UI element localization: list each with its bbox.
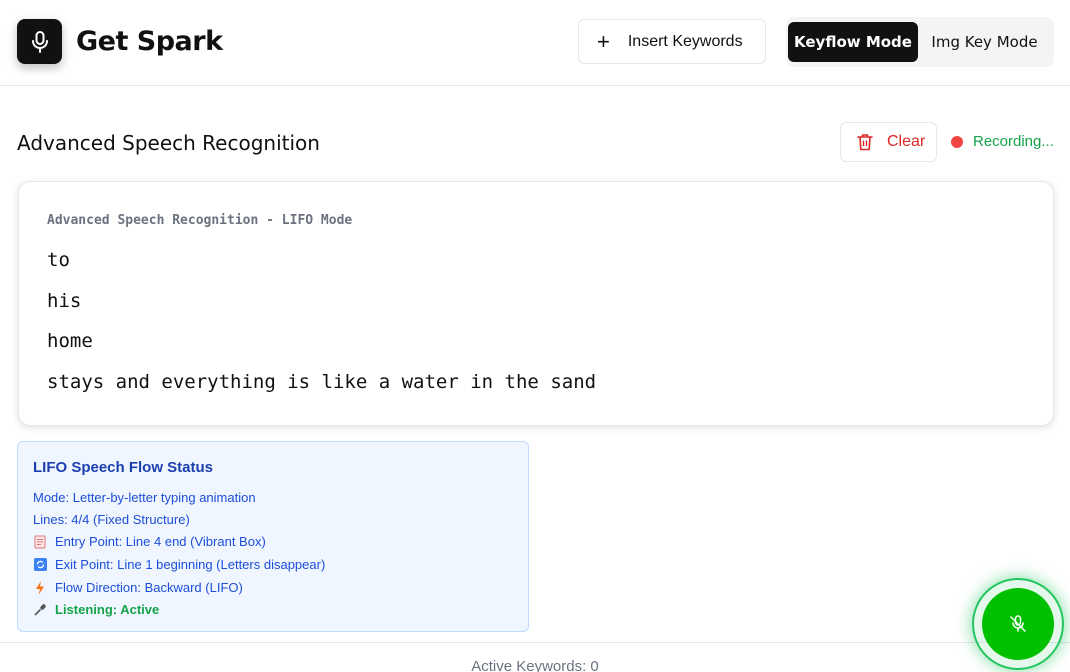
status-lines: Lines: 4/4 (Fixed Structure) (33, 512, 190, 527)
trash-icon (857, 134, 873, 151)
status-lines-text: Lines: 4/4 (Fixed Structure) (33, 512, 190, 527)
transcript-panel: Advanced Speech Recognition - LIFO Mode … (18, 181, 1054, 426)
memo-icon (33, 535, 47, 549)
keyflow-mode-button[interactable]: Keyflow Mode (788, 22, 918, 62)
status-mode-text: Mode: Letter-by-letter typing animation (33, 490, 256, 505)
recording-dot-icon (951, 135, 963, 148)
mic-off-icon (1010, 615, 1026, 632)
toggle-mic-button[interactable] (982, 588, 1054, 660)
recording-label: Recording... (973, 133, 1054, 150)
lifo-status-card: LIFO Speech Flow Status Mode: Letter-by-… (17, 441, 529, 632)
status-entry-text: Entry Point: Line 4 end (Vibrant Box) (55, 534, 266, 549)
mode-toggle-group: Keyflow Mode Img Key Mode (786, 17, 1054, 67)
img-key-mode-button[interactable]: Img Key Mode (922, 22, 1047, 62)
section-title: Advanced Speech Recognition (17, 131, 320, 155)
insert-keywords-label: Insert Keywords (627, 32, 743, 50)
app-header: Get Spark + Insert Keywords Keyflow Mode… (0, 0, 1070, 86)
app-title: Get Spark (76, 26, 223, 57)
status-listening: Listening: Active (33, 602, 159, 617)
app-logo (17, 19, 62, 64)
clear-label: Clear (887, 133, 926, 150)
transcript-line-3: home (47, 330, 93, 352)
transcript-line-2: his (47, 290, 82, 312)
status-entry: Entry Point: Line 4 end (Vibrant Box) (33, 534, 266, 549)
active-keywords-count: Active Keywords: 0 (471, 658, 599, 672)
microphone-icon (31, 30, 48, 53)
status-flow: Flow Direction: Backward (LIFO) (33, 580, 243, 595)
status-title: LIFO Speech Flow Status (33, 459, 214, 476)
footer: Active Keywords: 0 (0, 642, 1070, 672)
status-exit: Exit Point: Line 1 beginning (Letters di… (33, 557, 325, 572)
transcript-line-4: stays and everything is like a water in … (47, 371, 597, 393)
status-listening-text: Listening: Active (55, 602, 160, 617)
status-mode: Mode: Letter-by-letter typing animation (33, 490, 256, 505)
plus-icon: + (597, 28, 610, 54)
status-exit-text: Exit Point: Line 1 beginning (Letters di… (55, 557, 326, 572)
insert-keywords-button[interactable]: + Insert Keywords (578, 19, 766, 64)
microphone-icon (33, 603, 47, 617)
transcript-header: Advanced Speech Recognition - LIFO Mode (47, 213, 353, 228)
clear-button[interactable]: Clear (840, 122, 937, 162)
refresh-icon (33, 558, 47, 572)
status-flow-text: Flow Direction: Backward (LIFO) (55, 580, 243, 595)
lightning-icon (33, 580, 47, 595)
recording-status: Recording... (951, 133, 1054, 150)
transcript-line-1: to (47, 249, 70, 271)
